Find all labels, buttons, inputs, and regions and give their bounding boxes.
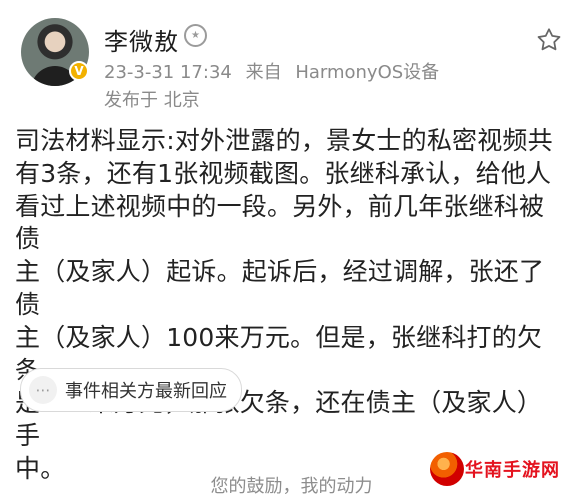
watermark-text: 华南手游网	[465, 460, 560, 481]
post-text: 司法材料显示:对外泄露的，景女士的私密视频共 有3条，还有1张视频截图。张继科承…	[15, 126, 553, 483]
verified-badge-icon: V	[69, 61, 89, 81]
source-device: HarmonyOS设备	[295, 62, 440, 83]
medal-icon[interactable]: ★	[184, 24, 207, 47]
watermark: 华南手游网	[415, 452, 565, 486]
weibo-post-screen: V 李微敖 ★ 23-3-31 17:34 来自 HarmonyOS设备 发布于…	[0, 0, 583, 500]
post-location: 发布于 北京	[104, 90, 200, 111]
related-update-label: 事件相关方最新回应	[65, 381, 227, 402]
dots-icon: ⋯	[29, 376, 57, 404]
source-label: 来自	[245, 62, 282, 83]
post-time: 23-3-31 17:34	[104, 62, 232, 83]
username[interactable]: 李微敖	[104, 22, 179, 57]
post-meta: 23-3-31 17:34 来自 HarmonyOS设备	[104, 58, 447, 84]
star-icon[interactable]	[535, 26, 563, 54]
related-update-chip[interactable]: ⋯ 事件相关方最新回应	[20, 368, 242, 412]
watermark-logo-icon	[430, 452, 464, 486]
